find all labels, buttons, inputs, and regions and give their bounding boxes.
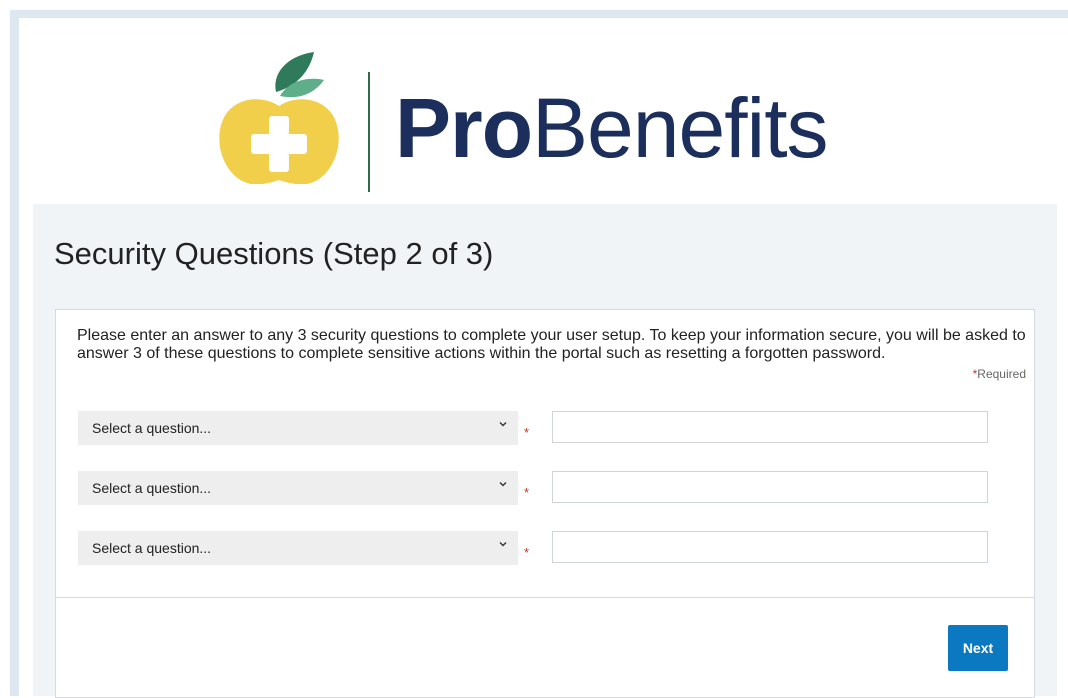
required-indicator: * — [524, 545, 530, 560]
question-row-2: Select a question... * — [78, 471, 1018, 507]
top-border — [10, 10, 1068, 18]
required-indicator: * — [524, 425, 530, 440]
brand-name-bold: Pro — [395, 81, 533, 175]
answer-input-2[interactable] — [552, 471, 988, 503]
instructions-text: Please enter an answer to any 3 security… — [77, 327, 1026, 362]
next-button[interactable]: Next — [948, 625, 1008, 671]
logo-divider — [368, 72, 370, 192]
answer-input-1[interactable] — [552, 411, 988, 443]
chevron-down-icon — [499, 542, 507, 547]
brand-logo-text: ProBenefits — [395, 80, 829, 176]
left-border — [10, 10, 19, 696]
page-title: Security Questions (Step 2 of 3) — [54, 236, 494, 271]
content-panel: Security Questions (Step 2 of 3) Please … — [33, 204, 1057, 698]
question-select-2[interactable]: Select a question... — [78, 471, 518, 505]
brand-name-regular: Benefits — [532, 81, 829, 175]
chevron-down-icon — [499, 422, 507, 427]
chevron-down-icon — [499, 482, 507, 487]
answer-input-3[interactable] — [552, 531, 988, 563]
page: ProBenefits Security Questions (Step 2 o… — [0, 0, 1068, 698]
apple-plus-icon — [219, 52, 339, 184]
card-divider — [56, 597, 1034, 598]
logo-header: ProBenefits — [19, 18, 1068, 204]
question-row-3: Select a question... * — [78, 531, 1018, 567]
question-select-label: Select a question... — [92, 540, 212, 556]
question-select-label: Select a question... — [92, 480, 212, 496]
required-note-label: Required — [977, 367, 1026, 381]
question-select-3[interactable]: Select a question... — [78, 531, 518, 565]
required-indicator: * — [524, 485, 530, 500]
required-note: *Required — [973, 367, 1026, 381]
question-select-label: Select a question... — [92, 420, 212, 436]
question-row-1: Select a question... * — [78, 411, 1018, 447]
question-select-1[interactable]: Select a question... — [78, 411, 518, 445]
security-questions-card: Please enter an answer to any 3 security… — [55, 309, 1035, 698]
